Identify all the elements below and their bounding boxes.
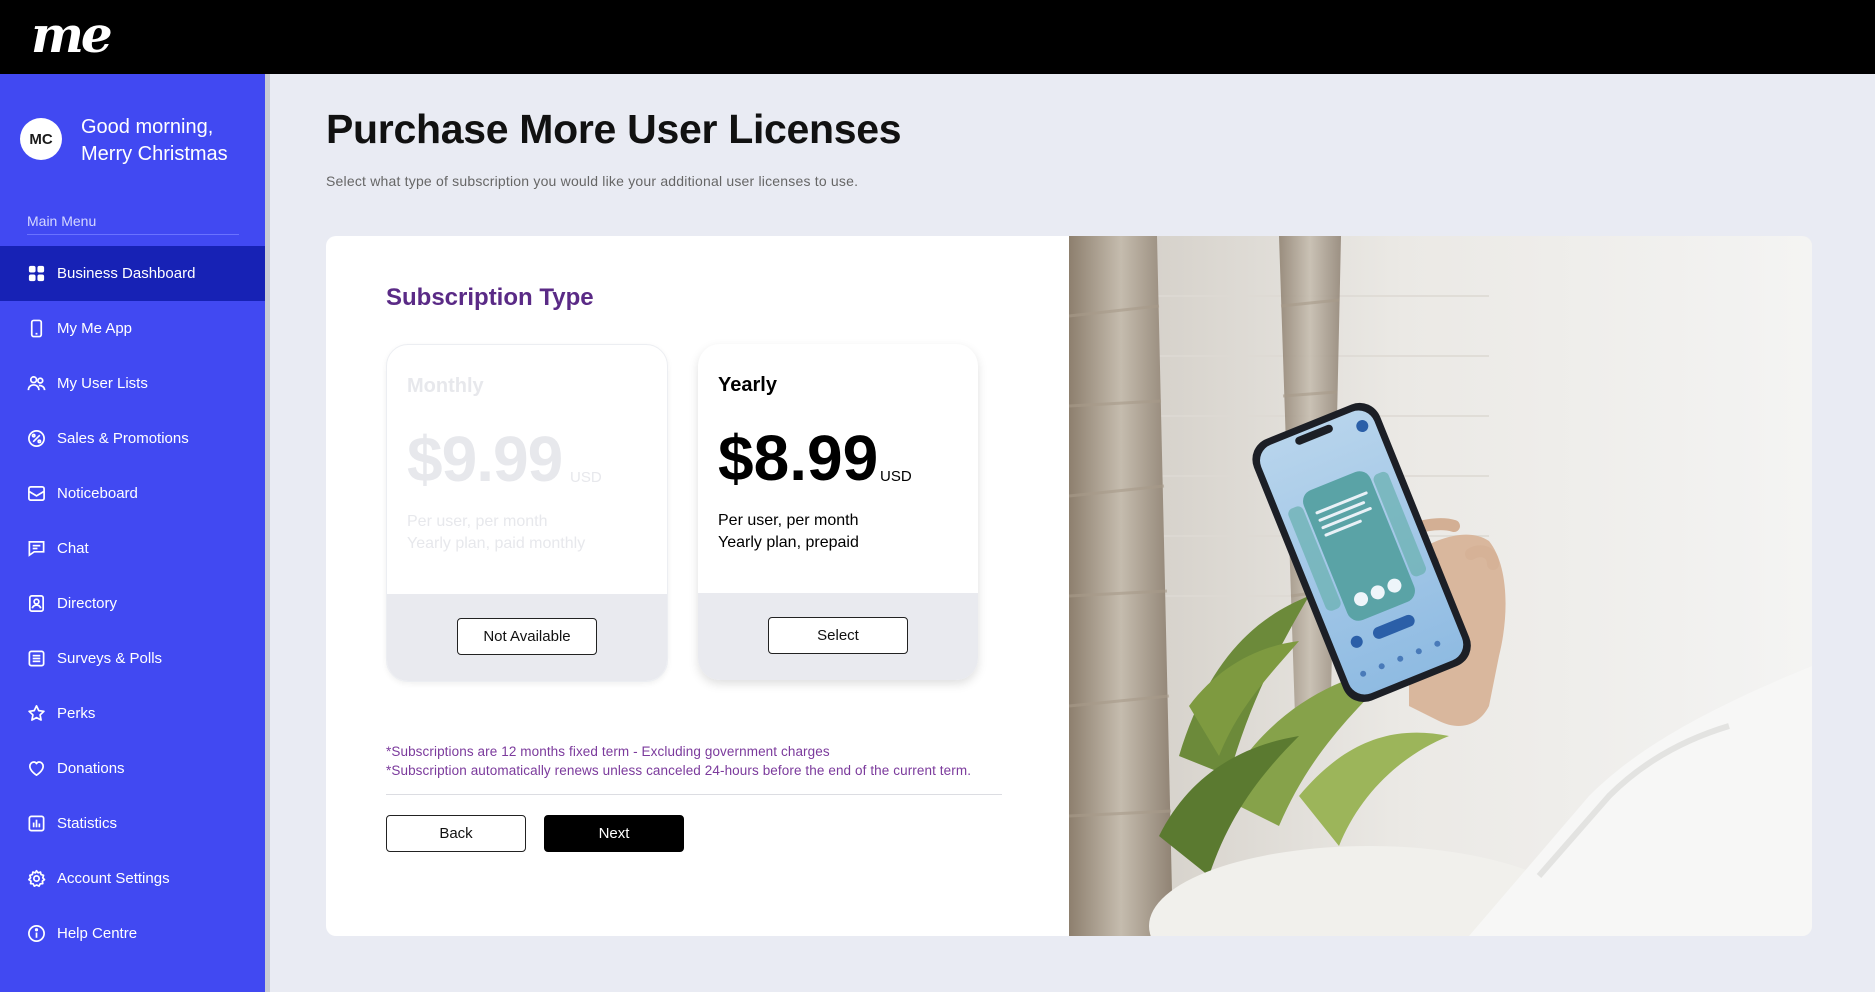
phone-icon — [26, 319, 46, 339]
sidebar-item-label: Chat — [57, 540, 89, 557]
hero-image — [1069, 236, 1812, 936]
sidebar-item-help-centre[interactable]: Help Centre — [0, 906, 265, 961]
sidebar-item-label: Business Dashboard — [57, 265, 196, 282]
envelope-board-icon — [26, 484, 46, 504]
me-logo[interactable]: me — [31, 4, 113, 66]
plan-card-yearly[interactable]: Yearly $8.99 USD Per user, per month Yea… — [698, 344, 978, 680]
greeting-line-1: Good morning, — [81, 116, 214, 138]
sidebar-item-directory[interactable]: Directory — [0, 576, 265, 631]
sidebar-item-label: Help Centre — [57, 925, 138, 942]
sidebar-item-donations[interactable]: Donations — [0, 741, 265, 796]
divider — [386, 794, 1002, 795]
info-icon — [26, 924, 46, 944]
main-menu: Business Dashboard My Me App My User Lis… — [0, 246, 265, 961]
plan-description: Per user, per month Yearly plan, prepaid — [718, 510, 958, 554]
plan-description-line-2: Yearly plan, paid monthly — [407, 535, 586, 552]
terms-note-1: *Subscriptions are 12 months fixed term … — [386, 744, 830, 759]
page-title: Purchase More User Licenses — [326, 106, 902, 152]
plan-description-line-1: Per user, per month — [407, 513, 548, 530]
sidebar-item-perks[interactable]: Perks — [0, 686, 265, 741]
gear-icon — [26, 869, 46, 889]
sidebar-item-my-me-app[interactable]: My Me App — [0, 301, 265, 356]
plan-card-monthly: Monthly $9.99 USD Per user, per month Ye… — [386, 344, 668, 682]
sidebar: MC Good morning, Merry Christmas Main Me… — [0, 74, 265, 992]
sidebar-item-sales-promotions[interactable]: Sales & Promotions — [0, 411, 265, 466]
user-profile: MC Good morning, Merry Christmas — [20, 116, 260, 178]
plan-price: $8.99 — [718, 422, 879, 494]
star-icon — [26, 704, 46, 724]
terms-notes: *Subscriptions are 12 months fixed term … — [386, 742, 971, 780]
menu-title: Main Menu — [27, 213, 97, 229]
plan-name: Monthly — [407, 375, 484, 397]
greeting-line-2: Merry Christmas — [81, 143, 228, 165]
dashboard-grid-icon — [26, 264, 46, 284]
plan-currency: USD — [880, 468, 912, 485]
sidebar-item-statistics[interactable]: Statistics — [0, 796, 265, 851]
sidebar-item-label: Statistics — [57, 815, 118, 832]
contact-card-icon — [26, 594, 46, 614]
plan-name: Yearly — [718, 374, 777, 396]
avatar[interactable]: MC — [20, 118, 62, 160]
subscription-card: Subscription Type Monthly $9.99 USD Per … — [326, 236, 1812, 936]
plan-footer: Select — [698, 593, 978, 680]
sidebar-item-account-settings[interactable]: Account Settings — [0, 851, 265, 906]
sidebar-item-label: Donations — [57, 760, 125, 777]
sidebar-item-label: Noticeboard — [57, 485, 138, 502]
sidebar-item-label: Directory — [57, 595, 118, 612]
plan-description: Per user, per month Yearly plan, paid mo… — [407, 511, 647, 555]
plan-description-line-1: Per user, per month — [718, 512, 859, 529]
plan-footer: Not Available — [387, 594, 667, 681]
page-subtitle: Select what type of subscription you wou… — [326, 173, 859, 189]
plan-description-line-2: Yearly plan, prepaid — [718, 534, 859, 551]
sidebar-item-label: Account Settings — [57, 870, 170, 887]
sidebar-item-surveys-polls[interactable]: Surveys & Polls — [0, 631, 265, 686]
percent-badge-icon — [26, 429, 46, 449]
hand-holding-phone-illustration — [1069, 236, 1812, 936]
chat-icon — [26, 539, 46, 559]
sidebar-item-business-dashboard[interactable]: Business Dashboard — [0, 246, 265, 301]
plan-currency: USD — [570, 469, 602, 486]
sidebar-item-chat[interactable]: Chat — [0, 521, 265, 576]
plan-price: $9.99 — [407, 423, 563, 495]
greeting: Good morning, Merry Christmas — [81, 114, 228, 168]
bar-chart-icon — [26, 814, 46, 834]
sidebar-item-label: Sales & Promotions — [57, 430, 189, 447]
back-button[interactable]: Back — [386, 815, 526, 852]
list-icon — [26, 649, 46, 669]
top-bar: me — [0, 0, 1875, 74]
terms-note-2: *Subscription automatically renews unles… — [386, 763, 972, 778]
sidebar-border — [265, 74, 270, 992]
sidebar-item-label: My Me App — [57, 320, 133, 337]
heart-icon — [26, 759, 46, 779]
sidebar-item-label: Perks — [57, 705, 96, 722]
sidebar-item-my-user-lists[interactable]: My User Lists — [0, 356, 265, 411]
select-button[interactable]: Select — [768, 617, 908, 654]
section-title: Subscription Type — [386, 284, 594, 311]
sidebar-item-noticeboard[interactable]: Noticeboard — [0, 466, 265, 521]
next-button[interactable]: Next — [544, 815, 684, 852]
menu-divider — [27, 234, 239, 235]
sidebar-item-label: Surveys & Polls — [57, 650, 163, 667]
sidebar-item-label: My User Lists — [57, 375, 148, 392]
not-available-button[interactable]: Not Available — [457, 618, 597, 655]
users-icon — [26, 374, 46, 394]
